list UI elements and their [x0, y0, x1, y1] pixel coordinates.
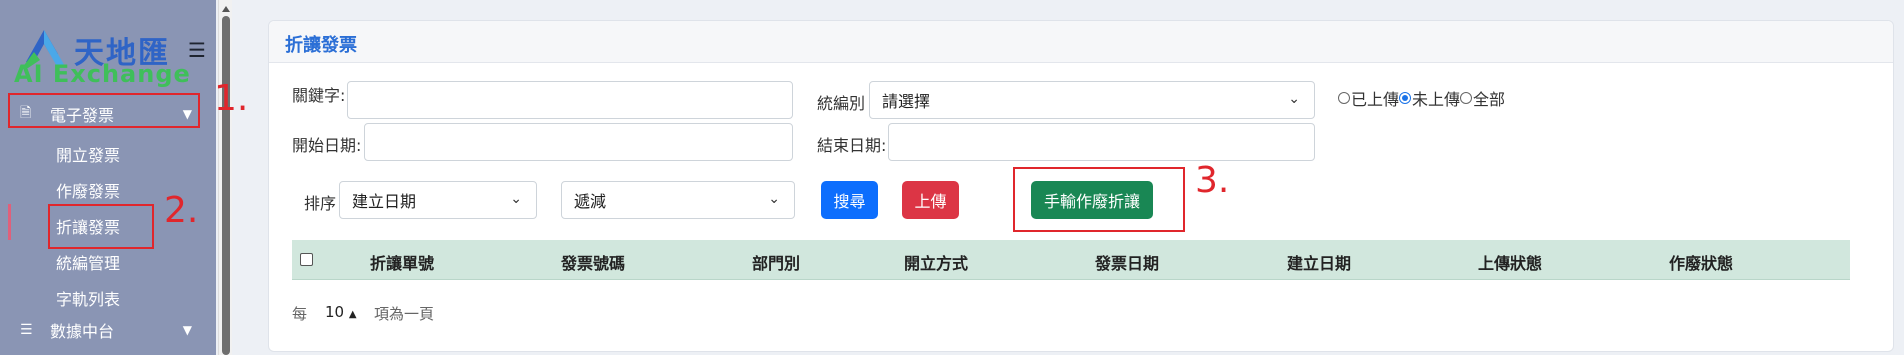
- radio-all-label: 全部: [1473, 90, 1506, 109]
- logo-subtitle: AI Exchange: [14, 60, 191, 88]
- sidebar-item-label: 數據中台: [50, 322, 115, 341]
- sort-field-value: 建立日期: [352, 192, 417, 211]
- annotation-label-3: 3.: [1195, 160, 1230, 201]
- sort-order-value: 遞減: [574, 192, 607, 211]
- sort-label: 排序: [304, 194, 337, 213]
- tax-id-label: 統編別: [817, 94, 866, 113]
- column-header[interactable]: 上傳狀態: [1478, 250, 1542, 274]
- chevron-down-icon: ⌄: [510, 191, 522, 207]
- start-date-input[interactable]: [364, 123, 793, 161]
- sidebar-subitem-track-list[interactable]: 字軌列表: [56, 286, 120, 310]
- hamburger-icon[interactable]: ☰: [188, 38, 206, 62]
- card-header: 折讓發票: [269, 21, 1893, 63]
- search-button[interactable]: 搜尋: [821, 181, 878, 219]
- page-size-select[interactable]: 10 ▲: [325, 303, 357, 321]
- tax-id-select[interactable]: 請選擇 ⌄: [869, 81, 1315, 119]
- annotation-label-2: 2.: [164, 190, 199, 231]
- end-date-label: 結束日期:: [817, 136, 887, 155]
- upload-button[interactable]: 上傳: [902, 181, 959, 219]
- tax-id-select-value: 請選擇: [882, 92, 931, 111]
- chevron-down-icon: ⌄: [768, 191, 780, 207]
- annotation-box-3: [1013, 167, 1185, 232]
- scroll-up-arrow-icon[interactable]: [222, 6, 230, 12]
- radio-uploaded-label: 已上傳: [1351, 90, 1400, 109]
- page-size-value: 10: [325, 303, 345, 321]
- sidebar-subitem-issue-invoice[interactable]: 開立發票: [56, 142, 120, 166]
- radio-not-uploaded-label: 未上傳: [1412, 90, 1461, 109]
- sidebar: 天地匯 AI Exchange ☰ 🗎 電子發票 ▼ 開立發票 作廢發票 折讓發…: [0, 0, 216, 355]
- annotation-box-2: [48, 204, 154, 249]
- radio-all[interactable]: [1460, 92, 1473, 104]
- select-all-checkbox[interactable]: [300, 253, 313, 266]
- keyword-input[interactable]: [347, 81, 793, 119]
- list-icon: ☰: [20, 322, 33, 338]
- column-header[interactable]: 發票日期: [1095, 250, 1159, 274]
- active-indicator: [8, 204, 11, 240]
- pager-suffix: 項為一頁: [374, 305, 435, 323]
- table-header-row: 折讓單號 發票號碼 部門別 開立方式 發票日期 建立日期 上傳狀態 作廢狀態: [292, 240, 1850, 280]
- upload-status-radio-group: 已上傳 未上傳 全部: [1338, 86, 1505, 110]
- keyword-label: 關鍵字:: [292, 86, 346, 105]
- scroll-thumb[interactable]: [222, 16, 230, 355]
- annotation-label-1: 1.: [214, 78, 249, 119]
- annotation-box-1: [8, 93, 200, 128]
- end-date-input[interactable]: [888, 123, 1315, 161]
- column-header[interactable]: 建立日期: [1287, 250, 1351, 274]
- sort-order-select[interactable]: 遞減 ⌄: [561, 181, 795, 219]
- pager-prefix: 每: [292, 305, 308, 323]
- sidebar-item-data-center[interactable]: ☰ 數據中台 ▼: [8, 312, 200, 348]
- column-header[interactable]: 開立方式: [904, 250, 968, 274]
- sidebar-scrollbar[interactable]: [218, 0, 232, 355]
- start-date-label: 開始日期:: [292, 136, 362, 155]
- column-header[interactable]: 作廢狀態: [1669, 250, 1733, 274]
- caret-down-icon: ▼: [182, 323, 192, 337]
- sidebar-subitem-void-invoice[interactable]: 作廢發票: [56, 178, 120, 202]
- column-header[interactable]: 發票號碼: [561, 250, 625, 274]
- radio-uploaded[interactable]: [1338, 92, 1350, 104]
- page-title: 折讓發票: [285, 35, 357, 56]
- sidebar-subitem-tax-id-management[interactable]: 統編管理: [56, 250, 120, 274]
- radio-not-uploaded[interactable]: [1399, 92, 1412, 104]
- column-header[interactable]: 折讓單號: [370, 250, 434, 274]
- sort-field-select[interactable]: 建立日期 ⌄: [339, 181, 537, 219]
- caret-up-icon: ▲: [348, 309, 357, 320]
- column-header[interactable]: 部門別: [752, 250, 800, 274]
- chevron-down-icon: ⌄: [1288, 91, 1300, 107]
